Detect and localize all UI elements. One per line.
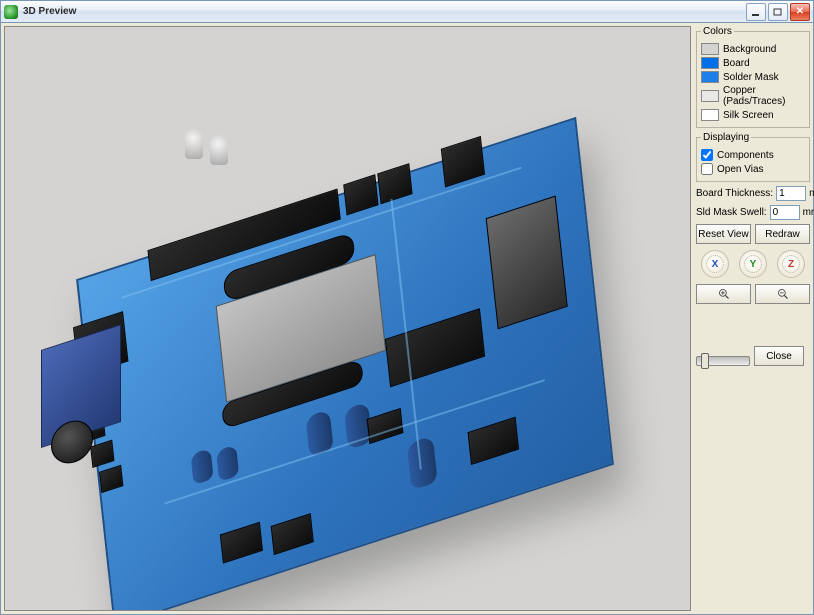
- reset-view-button[interactable]: Reset View: [696, 224, 751, 244]
- components-label: Components: [717, 150, 774, 161]
- axis-x-button[interactable]: X: [701, 250, 729, 278]
- axis-z-button[interactable]: Z: [777, 250, 805, 278]
- board-swatch[interactable]: [701, 57, 719, 69]
- components-checkbox-row: Components: [701, 149, 805, 161]
- sld-mask-swell-row: Sld Mask Swell: mm: [696, 205, 810, 220]
- 3d-viewport[interactable]: [4, 26, 691, 611]
- color-label: Solder Mask: [723, 72, 779, 83]
- app-window: 3D Preview ✕: [0, 0, 814, 615]
- color-row-background[interactable]: Background: [701, 43, 805, 55]
- led-2: [210, 135, 228, 165]
- displaying-group: Displaying Components Open Vias: [696, 132, 810, 182]
- board-thickness-input[interactable]: [776, 186, 806, 201]
- colors-legend: Colors: [701, 26, 734, 37]
- color-row-soldermask[interactable]: Solder Mask: [701, 71, 805, 83]
- minimize-icon: [751, 8, 761, 16]
- redraw-button[interactable]: Redraw: [755, 224, 810, 244]
- open-vias-checkbox[interactable]: [701, 163, 713, 175]
- zoom-buttons-row: [696, 284, 810, 304]
- copper-swatch[interactable]: [701, 90, 719, 102]
- zoom-in-button[interactable]: [696, 284, 751, 304]
- colors-group: Colors Background Board Solder Mask Copp…: [696, 26, 810, 128]
- silkscreen-swatch[interactable]: [701, 109, 719, 121]
- color-label: Board: [723, 58, 750, 69]
- color-label: Silk Screen: [723, 110, 774, 121]
- led-1: [185, 129, 203, 159]
- color-row-board[interactable]: Board: [701, 57, 805, 69]
- maximize-icon: [773, 8, 783, 16]
- sld-mask-swell-label: Sld Mask Swell:: [696, 207, 767, 218]
- pcb-scene: [5, 27, 690, 610]
- board-thickness-unit: mm: [809, 188, 814, 199]
- zoom-out-button[interactable]: [755, 284, 810, 304]
- close-button[interactable]: Close: [754, 346, 804, 366]
- window-title: 3D Preview: [23, 6, 746, 17]
- zoom-out-icon: [777, 288, 789, 300]
- close-area: Close: [696, 338, 810, 374]
- components-checkbox[interactable]: [701, 149, 713, 161]
- minimize-button[interactable]: [746, 3, 766, 21]
- view-buttons-row: Reset View Redraw: [696, 224, 810, 244]
- axis-y-button[interactable]: Y: [739, 250, 767, 278]
- background-swatch[interactable]: [701, 43, 719, 55]
- titlebar: 3D Preview ✕: [1, 1, 813, 23]
- side-panel: Colors Background Board Solder Mask Copp…: [696, 26, 810, 374]
- app-icon: [4, 5, 18, 19]
- pcb-board: [76, 117, 614, 611]
- board-thickness-row: Board Thickness: mm: [696, 186, 810, 201]
- board-thickness-label: Board Thickness:: [696, 188, 773, 199]
- open-vias-label: Open Vias: [717, 164, 764, 175]
- openvias-checkbox-row: Open Vias: [701, 163, 805, 175]
- sld-mask-swell-input[interactable]: [770, 205, 800, 220]
- color-label: Background: [723, 44, 776, 55]
- displaying-legend: Displaying: [701, 132, 751, 143]
- opacity-slider[interactable]: [696, 356, 750, 366]
- axis-controls: X Y Z: [696, 250, 810, 278]
- slider-thumb[interactable]: [701, 353, 709, 369]
- zoom-in-icon: [718, 288, 730, 300]
- sld-mask-swell-unit: mm: [803, 207, 814, 218]
- color-label: Copper (Pads/Traces): [723, 85, 805, 107]
- maximize-button[interactable]: [768, 3, 788, 21]
- color-row-silkscreen[interactable]: Silk Screen: [701, 109, 805, 121]
- soldermask-swatch[interactable]: [701, 71, 719, 83]
- close-window-button[interactable]: ✕: [790, 3, 810, 21]
- content-area: Colors Background Board Solder Mask Copp…: [4, 26, 810, 611]
- color-row-copper[interactable]: Copper (Pads/Traces): [701, 85, 805, 107]
- close-icon: ✕: [796, 6, 804, 17]
- window-controls: ✕: [746, 3, 810, 21]
